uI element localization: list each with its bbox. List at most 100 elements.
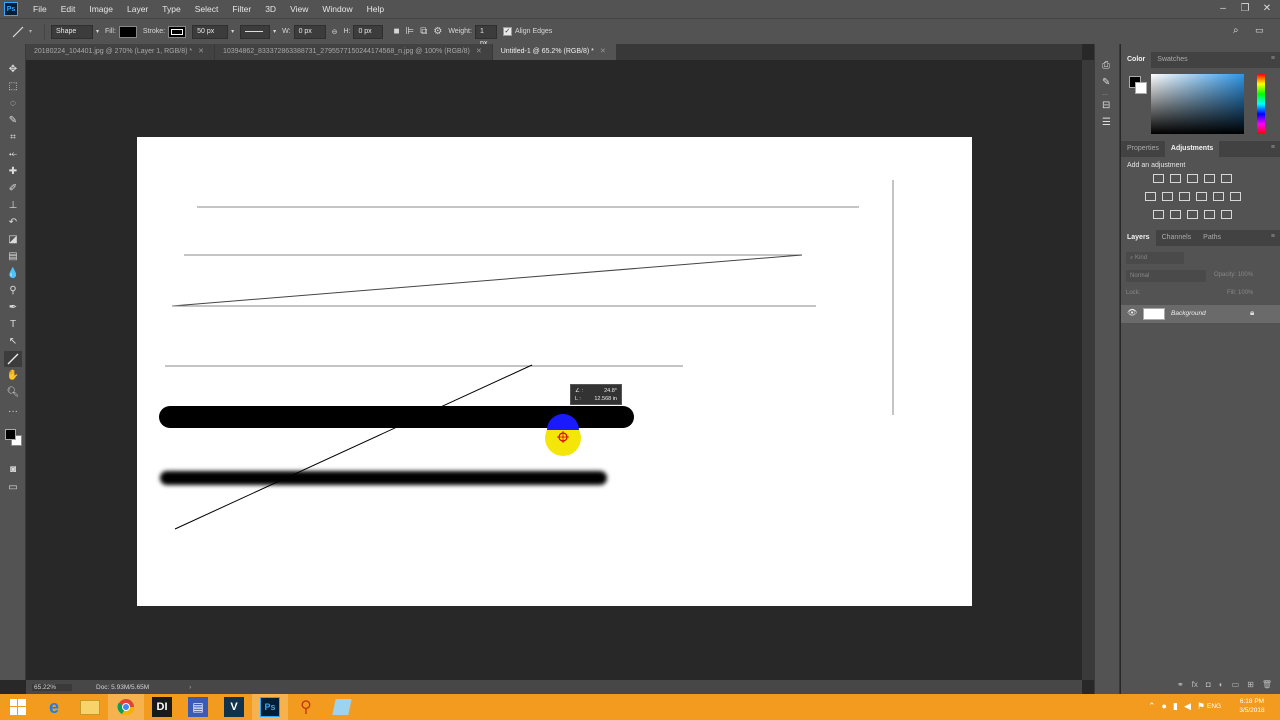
line-tool-icon[interactable]: ▾ <box>10 25 32 39</box>
zoom-tool-icon[interactable]: 🔍︎ <box>4 385 22 401</box>
crop-tool-icon[interactable]: ⌗ <box>4 130 22 146</box>
hue-saturation-icon[interactable] <box>1145 192 1156 201</box>
bg-color-chip[interactable] <box>1135 82 1147 94</box>
tab-paths[interactable]: Paths <box>1197 230 1227 246</box>
panel-menu-icon[interactable]: ≡ <box>1271 233 1275 240</box>
history-brush-tool-icon[interactable]: ↶ <box>4 215 22 231</box>
healing-tool-icon[interactable]: ✚ <box>4 164 22 180</box>
layer-row-background[interactable]: 👁︎ Background 🔒︎ <box>1121 305 1280 323</box>
invert-icon[interactable] <box>1153 210 1164 219</box>
panel-menu-icon[interactable]: ≡ <box>1271 55 1275 62</box>
workspace-icon[interactable]: ▭ <box>1255 25 1264 36</box>
tab-document-2[interactable]: 10394862_833372863388731_279557715024417… <box>214 44 492 60</box>
menu-view[interactable]: View <box>283 4 315 14</box>
hue-slider[interactable] <box>1257 74 1265 134</box>
minimize-button[interactable]: – <box>1212 0 1234 18</box>
stroke-swatch[interactable] <box>168 25 187 38</box>
layer-filter-kind[interactable]: ⌕ Kind <box>1126 252 1184 264</box>
pen-tool-icon[interactable]: ✒ <box>4 300 22 316</box>
exposure-icon[interactable] <box>1204 174 1215 183</box>
path-select-tool-icon[interactable]: ↖ <box>4 334 22 350</box>
menu-3d[interactable]: 3D <box>258 4 283 14</box>
trash-icon[interactable]: 🗑︎ <box>1262 677 1272 693</box>
tab-color[interactable]: Color <box>1121 52 1152 68</box>
document-canvas[interactable] <box>137 137 972 606</box>
line-tool-icon-toolbox[interactable] <box>4 351 22 367</box>
panel-menu-icon[interactable]: ≡ <box>1271 144 1275 151</box>
fill-swatch[interactable] <box>118 25 137 38</box>
color-lookup-icon[interactable] <box>1230 192 1241 201</box>
color-swatches[interactable] <box>4 428 24 454</box>
menu-layer[interactable]: Layer <box>120 4 155 14</box>
photoshop-taskbar-icon[interactable]: Ps <box>252 694 288 720</box>
language-indicator[interactable]: ENG <box>1207 703 1221 710</box>
link-icon[interactable]: ⊖ <box>332 28 338 36</box>
tab-channels[interactable]: Channels <box>1156 230 1198 246</box>
path-operations-icon[interactable]: ■ <box>393 26 399 37</box>
menu-file[interactable]: File <box>26 4 54 14</box>
menu-image[interactable]: Image <box>82 4 120 14</box>
tab-layers[interactable]: Layers <box>1121 230 1156 246</box>
file-explorer-icon[interactable] <box>72 694 108 720</box>
actions-panel-icon[interactable]: ⊟ <box>1102 100 1110 111</box>
zoom-level[interactable]: 65.22% <box>32 683 72 691</box>
brightness-icon[interactable] <box>1153 174 1164 183</box>
quick-select-tool-icon[interactable]: ✎ <box>4 113 22 129</box>
group-icon[interactable]: ▭ <box>1232 677 1240 693</box>
fx-icon[interactable]: fx <box>1192 677 1198 693</box>
link-layers-icon[interactable]: ⚭ <box>1177 677 1184 693</box>
start-button[interactable] <box>0 694 36 720</box>
tab-adjustments[interactable]: Adjustments <box>1164 141 1220 157</box>
eyedropper-tool-icon[interactable]: ⤝ <box>4 147 22 163</box>
foreground-color-swatch[interactable] <box>5 429 16 440</box>
width-field[interactable]: 0 px <box>293 24 326 39</box>
hand-tool-icon[interactable]: ✋ <box>4 368 22 384</box>
network-icon[interactable]: ▮ <box>1173 701 1178 712</box>
tray-arrow-icon[interactable]: ⌃ <box>1148 701 1156 712</box>
search-icon[interactable]: ⌕ <box>1233 25 1239 36</box>
flag-icon[interactable]: ⚑ <box>1197 701 1205 712</box>
posterize-icon[interactable] <box>1170 210 1181 219</box>
save-app-icon[interactable]: ▤ <box>180 694 216 720</box>
path-arrangement-icon[interactable]: ⧉ <box>420 26 427 37</box>
clock[interactable]: 6:18 PM 3/5/2018 <box>1232 697 1272 715</box>
history-panel-icon[interactable]: ⎙ <box>1102 60 1110 71</box>
chrome-icon[interactable] <box>108 694 144 720</box>
align-edges-checkbox[interactable]: ✓ <box>502 27 512 36</box>
eye-icon[interactable]: 👁︎ <box>1127 308 1137 317</box>
menu-select[interactable]: Select <box>188 4 226 14</box>
stroke-width-field[interactable]: 50 px <box>192 24 229 39</box>
screen-mode-icon[interactable]: ▭ <box>4 480 22 496</box>
adjustment-layer-icon[interactable]: ◐ <box>1219 677 1224 693</box>
layer-name[interactable]: Background <box>1171 310 1206 317</box>
maximize-button[interactable]: ❐ <box>1234 0 1256 18</box>
quick-mask-icon[interactable]: ◙ <box>4 462 22 478</box>
close-icon[interactable]: ✕ <box>600 48 606 55</box>
vertical-scrollbar[interactable] <box>1082 60 1094 680</box>
tool-mode-select[interactable]: Shape <box>51 24 94 39</box>
properties-panel-icon[interactable]: ☰ <box>1102 117 1111 128</box>
gradient-tool-icon[interactable]: ▤ <box>4 249 22 265</box>
menu-edit[interactable]: Edit <box>54 4 83 14</box>
stamp-tool-icon[interactable]: ⊥ <box>4 198 22 214</box>
marquee-tool-icon[interactable]: ⬚ <box>4 79 22 95</box>
menu-type[interactable]: Type <box>155 4 187 14</box>
notes-app-icon[interactable] <box>324 694 360 720</box>
close-icon[interactable]: ✕ <box>198 48 204 55</box>
lasso-tool-icon[interactable]: ◌ <box>4 96 22 112</box>
blur-tool-icon[interactable]: 💧 <box>4 266 22 282</box>
di-app-icon[interactable]: DI <box>144 694 180 720</box>
tab-document-1[interactable]: 20180224_104401.jpg @ 270% (Layer 1, RGB… <box>26 44 214 60</box>
tab-swatches[interactable]: Swatches <box>1151 52 1193 68</box>
color-picker-field[interactable] <box>1151 74 1244 134</box>
black-white-icon[interactable] <box>1179 192 1190 201</box>
menu-filter[interactable]: Filter <box>225 4 258 14</box>
channel-mixer-icon[interactable] <box>1213 192 1224 201</box>
mask-icon[interactable]: ◘ <box>1206 677 1211 693</box>
status-arrow-icon[interactable]: › <box>189 684 191 691</box>
fill-control[interactable]: Fill: 100% <box>1227 290 1253 296</box>
close-window-button[interactable]: ✕ <box>1256 0 1278 18</box>
levels-icon[interactable] <box>1170 174 1181 183</box>
menu-window[interactable]: Window <box>315 4 359 14</box>
more-tools-icon[interactable]: ··· <box>4 404 22 420</box>
